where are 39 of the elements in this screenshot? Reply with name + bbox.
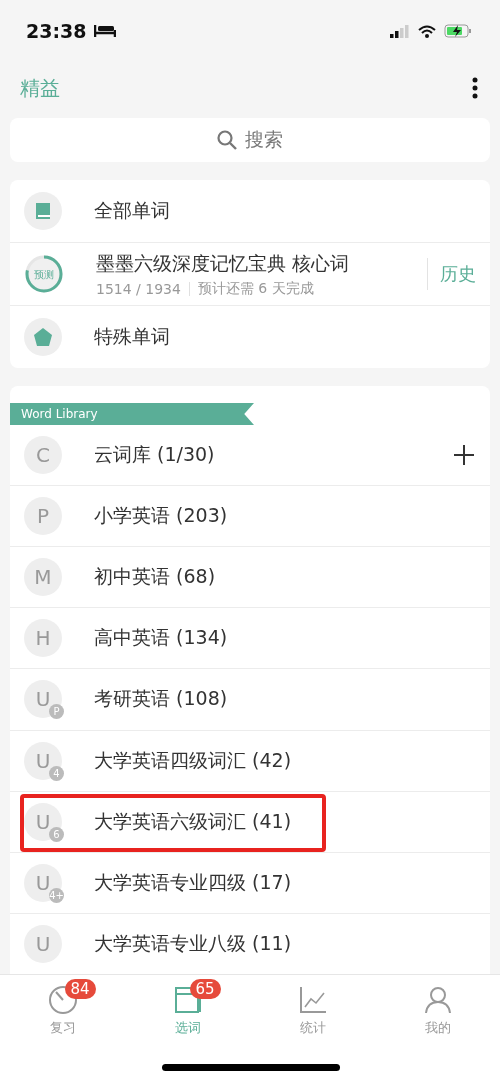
library-item[interactable]: 大学英语四级词汇 (42) bbox=[94, 747, 292, 774]
search-placeholder: 搜索 bbox=[245, 127, 283, 152]
signal-icon bbox=[390, 24, 410, 38]
book-icon bbox=[24, 192, 62, 230]
search-field[interactable]: 搜索 bbox=[10, 118, 490, 162]
app-title: 精益 bbox=[20, 74, 60, 102]
library-item[interactable]: 大学英语专业八级 (11) bbox=[94, 930, 292, 957]
letter-avatar: C bbox=[24, 436, 62, 474]
library-item[interactable]: 初中英语 (68) bbox=[94, 564, 216, 591]
tab[interactable]: 选词 65 bbox=[125, 975, 250, 1038]
person-icon bbox=[422, 985, 453, 1015]
letter-avatar: P bbox=[24, 497, 62, 536]
battery-charging-icon bbox=[444, 24, 472, 38]
letter-avatar: H bbox=[24, 619, 62, 658]
library-item[interactable]: 考研英语 (108) bbox=[94, 686, 228, 713]
library-banner: Word Library bbox=[10, 403, 254, 425]
ring-label: 预测 bbox=[34, 269, 54, 280]
library-item[interactable]: 大学英语专业四级 (17) bbox=[94, 869, 292, 896]
bed-icon bbox=[94, 24, 117, 38]
status-time: 23:38 bbox=[26, 20, 87, 42]
search-icon bbox=[217, 130, 237, 150]
letter-avatar: U bbox=[24, 924, 62, 963]
count-badge: 65 bbox=[189, 979, 221, 999]
progress-count: 1514 / 1934 bbox=[96, 280, 181, 297]
letter-avatar: M bbox=[24, 558, 62, 597]
library-item[interactable]: 高中英语 (134) bbox=[94, 625, 228, 652]
line-chart-icon bbox=[297, 985, 328, 1015]
library-item[interactable]: 小学英语 (203) bbox=[94, 503, 228, 530]
more-icon[interactable] bbox=[472, 77, 478, 99]
word-set-title[interactable]: 墨墨六级深度记忆宝典 核心词 bbox=[96, 250, 427, 277]
wifi-icon bbox=[418, 24, 436, 38]
word-set-title[interactable]: 全部单词 bbox=[94, 198, 170, 224]
add-button[interactable] bbox=[452, 443, 476, 467]
estimate-text: 预计还需 6 天完成 bbox=[197, 279, 314, 298]
word-set-title[interactable]: 特殊单词 bbox=[94, 324, 170, 350]
tab[interactable]: 复习 84 bbox=[0, 975, 125, 1038]
library-item[interactable]: 大学英语六级词汇 (41) bbox=[94, 808, 292, 835]
count-badge: 84 bbox=[64, 979, 96, 999]
library-item[interactable]: 云词库 (1/30) bbox=[94, 442, 215, 468]
